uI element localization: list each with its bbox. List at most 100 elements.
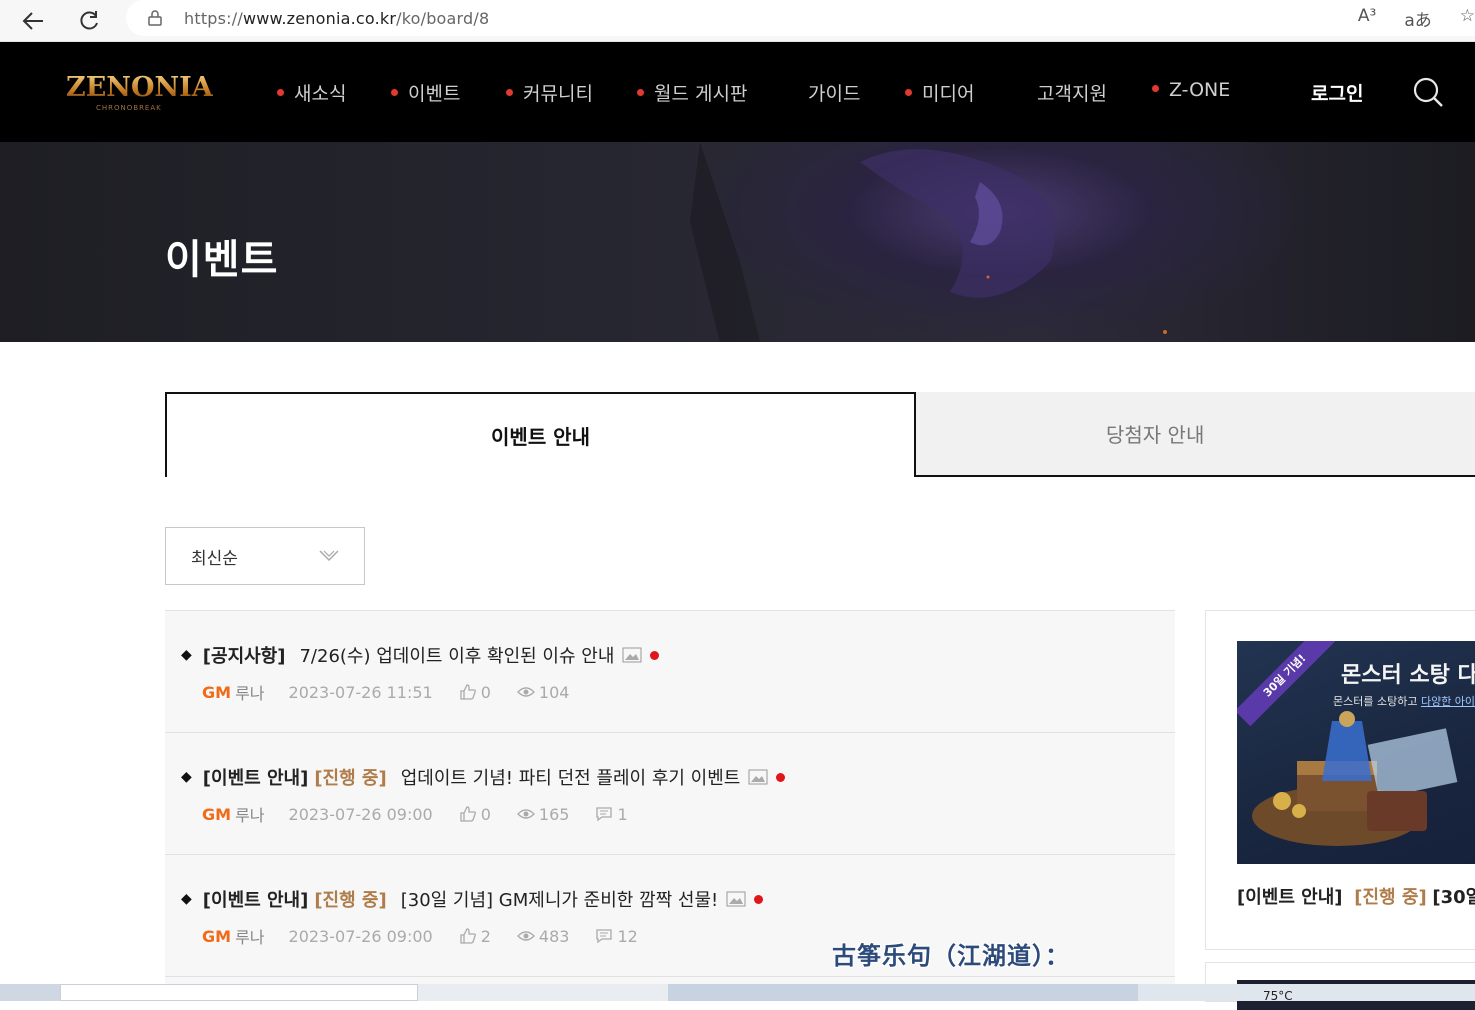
gm-badge: GM bbox=[202, 682, 232, 702]
new-indicator-icon bbox=[754, 894, 764, 904]
image-attachment-icon bbox=[748, 769, 768, 785]
post-views: 483 bbox=[538, 926, 570, 946]
refresh-button[interactable] bbox=[72, 4, 106, 38]
menu-item-world-board[interactable]: 월드 게시판 bbox=[637, 79, 747, 106]
thumbs-up-icon bbox=[460, 806, 476, 822]
menu-dot-icon bbox=[277, 89, 284, 96]
url-scheme: https:// bbox=[184, 8, 243, 28]
image-attachment-icon bbox=[726, 891, 746, 907]
address-bar[interactable]: https://www.zenonia.co.kr/ko/board/8 bbox=[126, 0, 1475, 36]
refresh-icon bbox=[80, 11, 98, 30]
post-row[interactable]: ◆ [공지사항] 7/26(수) 업데이트 이후 확인된 이슈 안내 GM 루나… bbox=[165, 611, 1175, 733]
featured-image-subtitle: 몬스터를 소탕하고 다양한 아이템을 bbox=[1333, 693, 1475, 709]
comment-icon bbox=[596, 929, 613, 944]
gm-badge: GM bbox=[202, 804, 232, 824]
browser-action-icons: A³ aあ ☆ bbox=[1358, 6, 1475, 31]
menu-label: 미디어 bbox=[922, 83, 975, 105]
diamond-bullet-icon: ◆ bbox=[181, 647, 192, 663]
menu-dot-icon bbox=[905, 89, 912, 96]
post-title-line[interactable]: ◆ [이벤트 안내] [진행 중] [30일 기념] GM제니가 준비한 깜짝 … bbox=[181, 886, 764, 912]
menu-label: 고객지원 bbox=[1037, 83, 1107, 105]
post-title-line[interactable]: ◆ [이벤트 안내] [진행 중] 업데이트 기념! 파티 던전 플레이 후기 … bbox=[181, 764, 786, 790]
favorite-star-icon[interactable]: ☆ bbox=[1460, 6, 1475, 31]
menu-label: 이벤트 bbox=[408, 83, 461, 105]
post-date: 2023-07-26 09:00 bbox=[288, 926, 433, 946]
url-host: www.zenonia.co.kr bbox=[242, 8, 397, 28]
url-text: https://www.zenonia.co.kr/ko/board/8 bbox=[184, 9, 489, 28]
browser-toolbar: https://www.zenonia.co.kr/ko/board/8 A³ … bbox=[0, 0, 1475, 42]
post-title[interactable]: 업데이트 기념! 파티 던전 플레이 후기 이벤트 bbox=[401, 764, 741, 790]
menu-item-support[interactable]: 고객지원 bbox=[1037, 79, 1107, 106]
taskbar-pinned-apps[interactable] bbox=[668, 984, 1138, 1001]
menu-dot-icon bbox=[506, 89, 513, 96]
featured-image-title: 몬스터 소탕 다 bbox=[1341, 662, 1475, 688]
image-attachment-icon bbox=[622, 647, 642, 663]
post-category: [이벤트 안내] bbox=[202, 890, 309, 911]
menu-label: 새소식 bbox=[294, 83, 347, 105]
translate-icon[interactable]: aあ bbox=[1404, 6, 1431, 31]
search-icon[interactable] bbox=[1412, 76, 1444, 108]
post-status: [진행 중] bbox=[314, 890, 387, 911]
post-category: [이벤트 안내] bbox=[202, 768, 309, 789]
page-title: 이벤트 bbox=[165, 237, 279, 283]
taskbar-search-box[interactable] bbox=[60, 984, 418, 1001]
site-header: ZENONIA CHRONOBREAK 새소식 이벤트 커뮤니티 월드 게시판 … bbox=[0, 42, 1475, 142]
post-title[interactable]: [30일 기념] GM제니가 준비한 깜짝 선물! bbox=[401, 886, 719, 912]
featured-image-subtitle-text: 몬스터를 소탕하고 bbox=[1333, 695, 1421, 708]
menu-label: 가이드 bbox=[808, 83, 861, 105]
post-status: [진행 중] bbox=[314, 768, 387, 789]
menu-dot-icon bbox=[1152, 85, 1159, 92]
post-likes: 0 bbox=[480, 804, 491, 824]
start-button[interactable] bbox=[0, 984, 60, 1001]
eye-icon bbox=[516, 687, 535, 697]
back-button[interactable] bbox=[16, 4, 50, 38]
new-indicator-icon bbox=[776, 772, 786, 782]
featured-event-caption[interactable]: [이벤트 안내] [진행 중] [30일 bbox=[1237, 883, 1475, 909]
read-aloud-icon[interactable]: A³ bbox=[1358, 6, 1376, 31]
tab-label: 당첨자 안내 bbox=[1106, 423, 1205, 447]
post-views: 104 bbox=[538, 682, 570, 702]
thumbs-up-icon bbox=[460, 928, 476, 944]
comment-icon bbox=[596, 807, 613, 822]
sort-dropdown[interactable]: 최신순 bbox=[165, 527, 365, 585]
caption-category: [이벤트 안내] bbox=[1237, 887, 1343, 908]
menu-label: Z-ONE bbox=[1169, 79, 1231, 101]
post-author: 루나 bbox=[235, 928, 265, 947]
post-date: 2023-07-26 11:51 bbox=[288, 682, 433, 702]
url-path: /ko/board/8 bbox=[396, 8, 490, 28]
overlay-watermark-text: 古筝乐句（江湖道）： bbox=[832, 942, 1070, 970]
post-date: 2023-07-26 09:00 bbox=[288, 804, 433, 824]
lock-icon bbox=[148, 10, 162, 26]
menu-dot-icon bbox=[391, 89, 398, 96]
post-comments: 12 bbox=[617, 926, 638, 946]
login-button[interactable]: 로그인 bbox=[1311, 79, 1363, 106]
menu-item-community[interactable]: 커뮤니티 bbox=[506, 79, 593, 106]
hero-banner: 이벤트 bbox=[0, 142, 1475, 342]
thumbs-up-icon bbox=[460, 684, 476, 700]
post-title-line[interactable]: ◆ [공지사항] 7/26(수) 업데이트 이후 확인된 이슈 안내 bbox=[181, 642, 660, 668]
post-meta: GM 루나 2023-07-26 11:51 0 104 bbox=[202, 680, 595, 704]
os-taskbar bbox=[0, 984, 1475, 1001]
tab-event-info[interactable]: 이벤트 안내 bbox=[165, 392, 916, 477]
menu-item-zone[interactable]: Z-ONE bbox=[1152, 79, 1230, 101]
tab-winner-info[interactable]: 당첨자 안내 bbox=[916, 392, 1475, 477]
featured-event-image[interactable]: 30일 기념! 몬스터 소탕 다 몬스터를 소탕하고 다양한 아이템을 bbox=[1237, 641, 1475, 864]
featured-image-subtitle-highlight: 다양한 아이템을 bbox=[1420, 695, 1475, 708]
menu-item-media[interactable]: 미디어 bbox=[905, 79, 974, 106]
diamond-bullet-icon: ◆ bbox=[181, 891, 192, 907]
post-meta: GM 루나 2023-07-26 09:00 0 165 1 bbox=[202, 802, 654, 826]
featured-event-card[interactable]: 30일 기념! 몬스터 소탕 다 몬스터를 소탕하고 다양한 아이템을 [이벤트… bbox=[1205, 610, 1475, 950]
post-title[interactable]: 7/26(수) 업데이트 이후 확인된 이슈 안내 bbox=[299, 642, 614, 668]
post-views: 165 bbox=[538, 804, 570, 824]
post-row[interactable]: ◆ [이벤트 안내] [진행 중] 업데이트 기념! 파티 던전 플레이 후기 … bbox=[165, 733, 1175, 855]
post-comments: 1 bbox=[617, 804, 628, 824]
menu-item-guide[interactable]: 가이드 bbox=[808, 79, 860, 106]
chevron-down-icon bbox=[319, 550, 339, 562]
main-menu: 새소식 이벤트 커뮤니티 월드 게시판 가이드 미디어 고객지원 Z-ONE bbox=[0, 42, 1475, 142]
menu-item-news[interactable]: 새소식 bbox=[277, 79, 346, 106]
back-arrow-icon bbox=[22, 12, 43, 30]
eye-icon bbox=[516, 809, 535, 819]
post-likes: 2 bbox=[480, 926, 491, 946]
post-author: 루나 bbox=[235, 806, 265, 825]
menu-item-event[interactable]: 이벤트 bbox=[391, 79, 460, 106]
